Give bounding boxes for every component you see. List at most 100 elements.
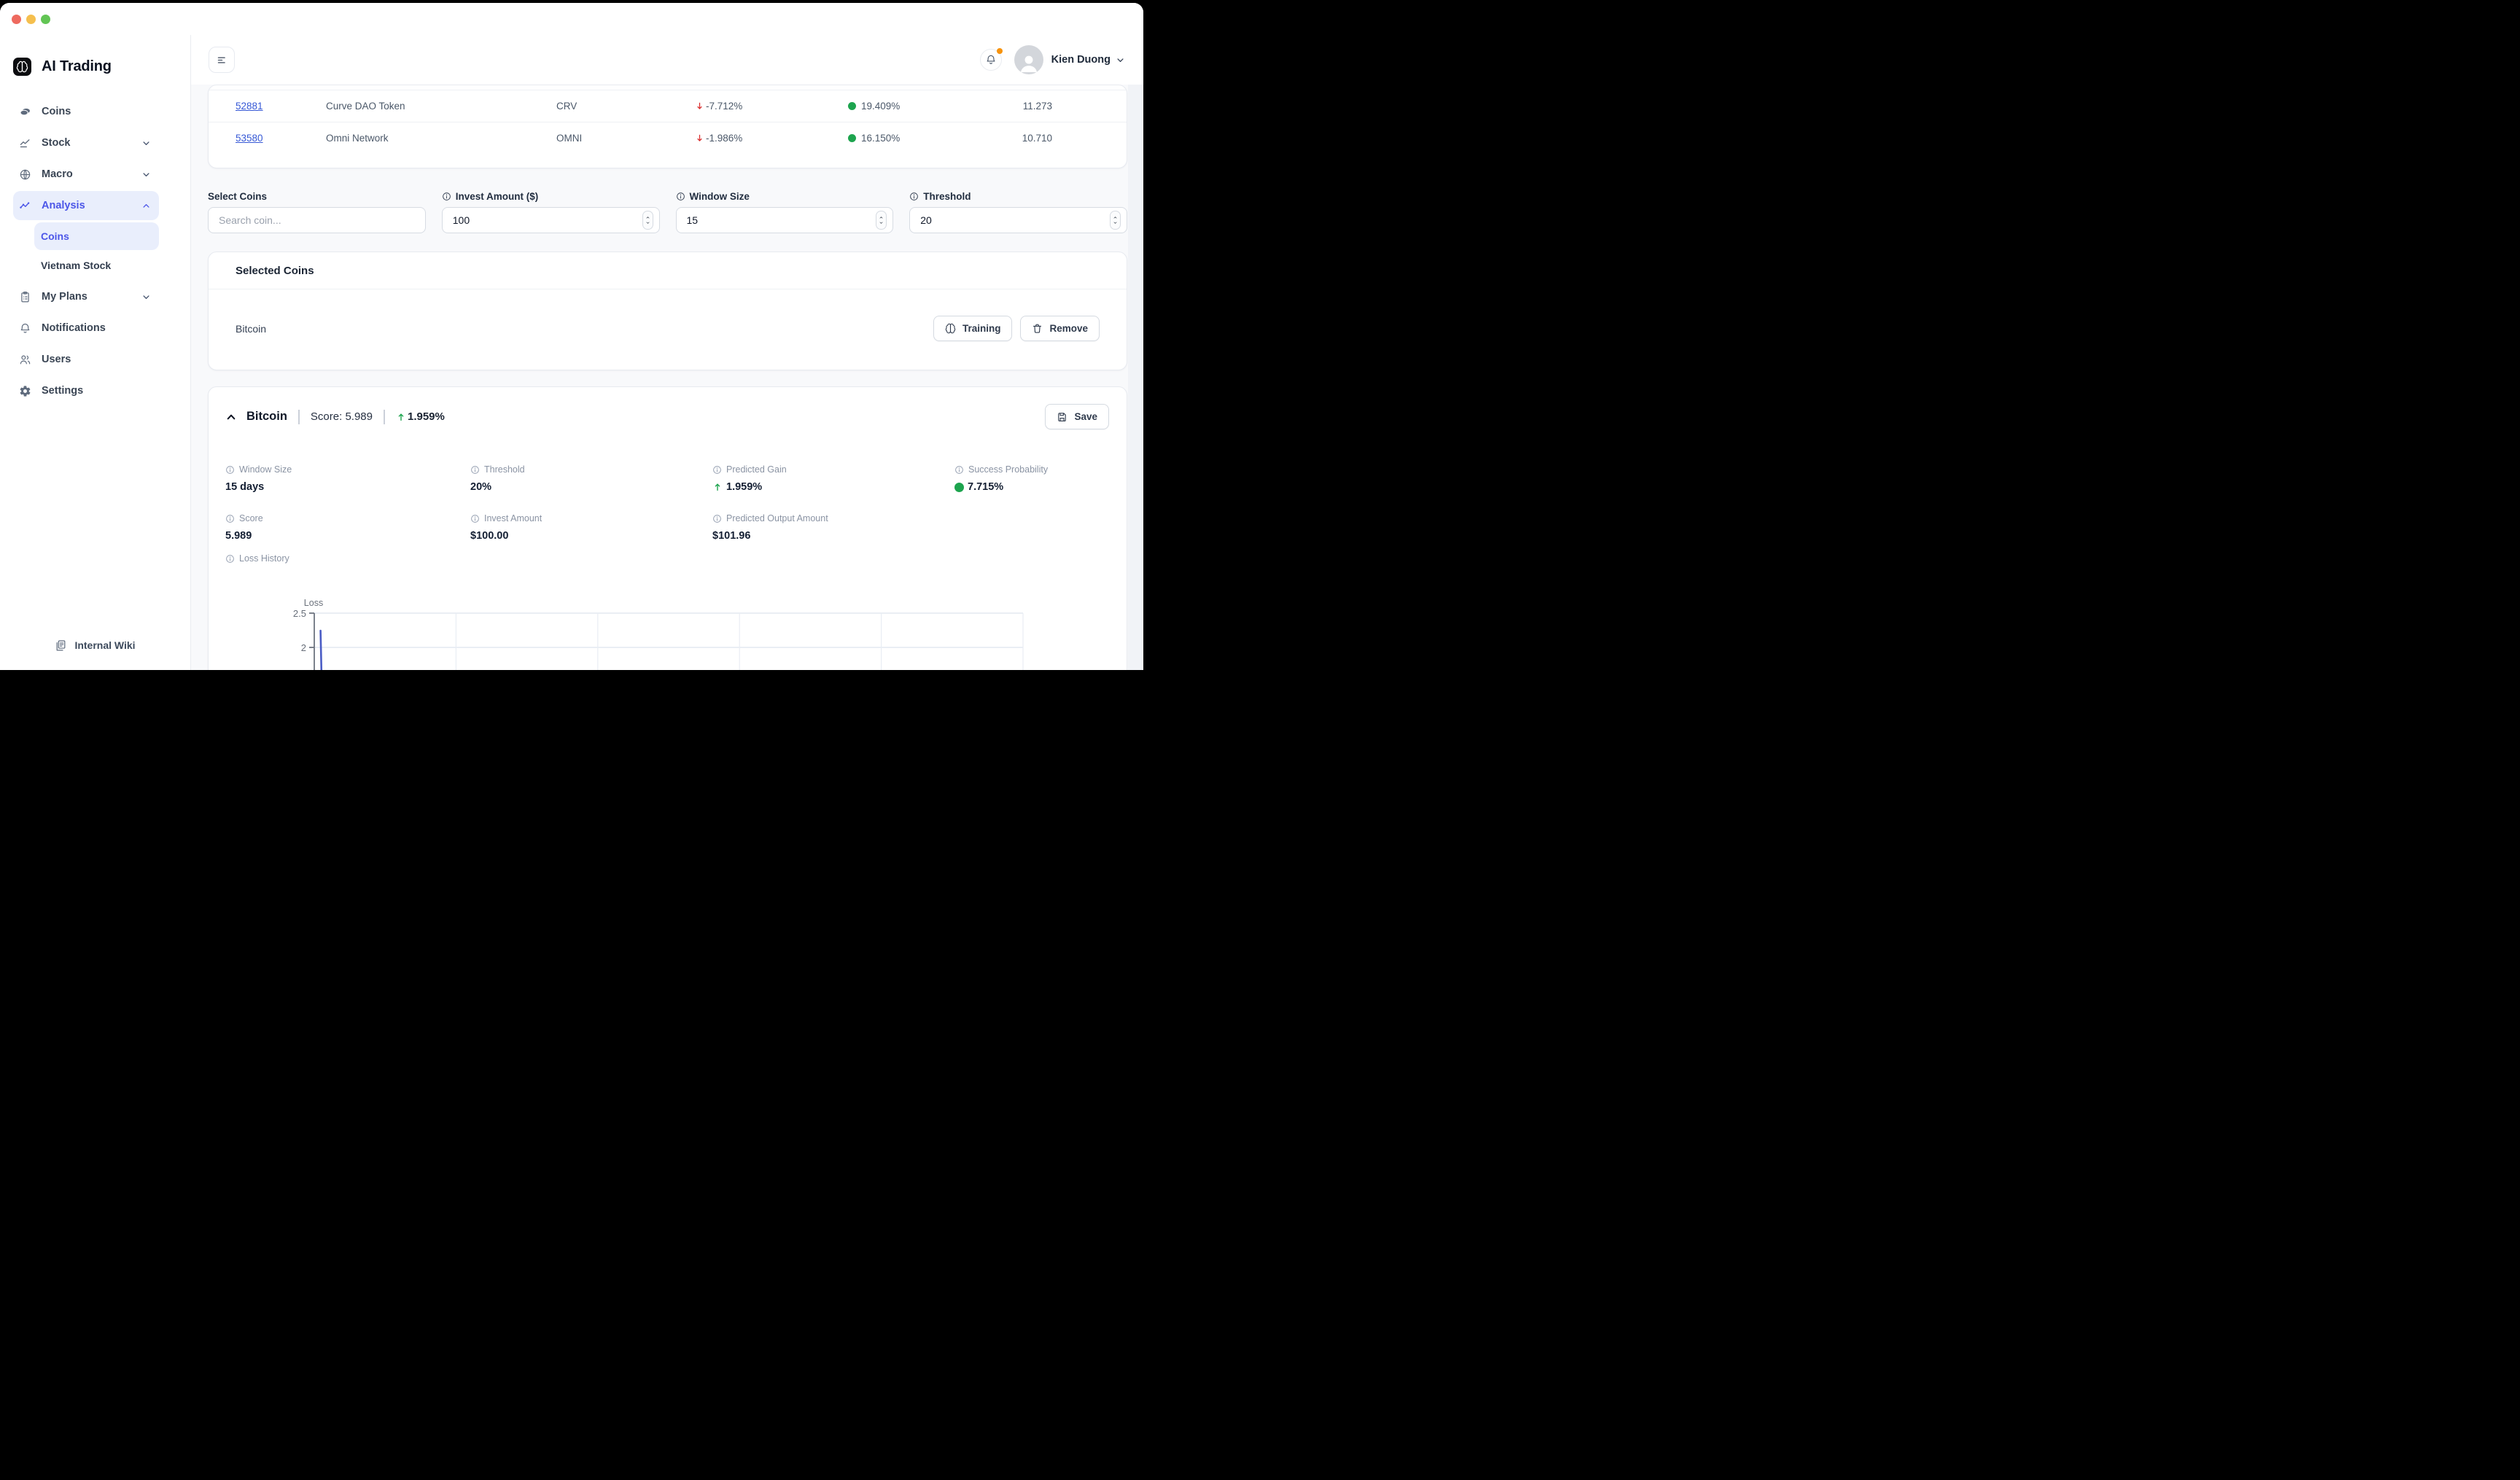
sidebar-item-label: Notifications bbox=[42, 322, 106, 334]
window-titlebar bbox=[0, 3, 1143, 35]
sidebar-item-label: Coins bbox=[42, 106, 71, 117]
sidebar-item-internal-wiki[interactable]: Internal Wiki bbox=[0, 632, 190, 658]
number-stepper[interactable] bbox=[876, 211, 887, 230]
info-icon bbox=[225, 514, 235, 523]
coin-name-cell: Omni Network bbox=[326, 133, 556, 144]
panel-score: Score: 5.989 bbox=[311, 410, 373, 423]
sidebar-item-macro[interactable]: Macro bbox=[13, 160, 159, 189]
window-size-field: Window Size bbox=[676, 190, 894, 233]
loss-history-label: Loss History bbox=[209, 553, 1127, 564]
analysis-trend-icon bbox=[19, 200, 31, 212]
chevron-down-icon bbox=[141, 138, 152, 149]
sidebar-item-coins[interactable]: Coins bbox=[13, 97, 159, 126]
coin-probability-cell: 19.409% bbox=[848, 101, 987, 112]
window-close-button[interactable] bbox=[12, 15, 21, 24]
coin-name-cell: Curve DAO Token bbox=[326, 101, 556, 112]
brain-icon bbox=[945, 323, 956, 334]
window-size-label: Window Size bbox=[690, 191, 750, 202]
coin-change-cell: -1.986% bbox=[695, 133, 848, 144]
search-coin-input[interactable] bbox=[208, 207, 426, 233]
threshold-field: Threshold bbox=[909, 190, 1127, 233]
selected-coins-card: Selected Coins Bitcoin Training Remove bbox=[208, 252, 1127, 370]
stat-invest-amount: Invest Amount $100.00 bbox=[470, 513, 712, 542]
analysis-submenu: Coins Vietnam Stock bbox=[34, 222, 159, 279]
info-icon bbox=[225, 465, 235, 475]
green-dot-icon bbox=[848, 134, 856, 142]
coin-value-cell: 11.273 bbox=[987, 101, 1127, 112]
notifications-button[interactable] bbox=[980, 49, 1002, 71]
save-button[interactable]: Save bbox=[1045, 404, 1109, 429]
sidebar-item-users[interactable]: Users bbox=[13, 345, 159, 374]
sidebar-subitem-coins[interactable]: Coins bbox=[34, 222, 159, 250]
arrow-down-icon bbox=[695, 133, 704, 143]
arrow-up-icon bbox=[396, 412, 406, 422]
window-size-input[interactable] bbox=[676, 207, 894, 233]
user-name[interactable]: Kien Duong bbox=[1051, 54, 1111, 66]
sidebar-item-settings[interactable]: Settings bbox=[13, 376, 159, 405]
training-button[interactable]: Training bbox=[933, 316, 1013, 341]
stats-grid: Window Size 15 days Threshold 20% Predic… bbox=[209, 464, 1127, 542]
sidebar-item-my-plans[interactable]: My Plans bbox=[13, 282, 159, 311]
selected-coin-name: Bitcoin bbox=[236, 323, 266, 335]
sidebar-subitem-vietnam-stock[interactable]: Vietnam Stock bbox=[34, 252, 159, 279]
chevron-down-icon[interactable] bbox=[1115, 55, 1126, 66]
coin-id-link[interactable]: 53580 bbox=[236, 133, 263, 144]
info-icon bbox=[909, 192, 919, 201]
bell-icon bbox=[985, 54, 997, 66]
sidebar-item-stock[interactable]: Stock bbox=[13, 128, 159, 157]
chart-title: Loss bbox=[304, 598, 323, 608]
select-coins-field: Select Coins bbox=[208, 190, 426, 233]
info-icon bbox=[712, 465, 722, 475]
window-minimize-button[interactable] bbox=[26, 15, 36, 24]
trash-icon bbox=[1032, 323, 1043, 334]
divider bbox=[384, 410, 385, 424]
info-icon bbox=[954, 465, 964, 475]
chevron-down-icon bbox=[141, 292, 152, 303]
coin-symbol-cell: CRV bbox=[556, 101, 695, 112]
invest-amount-input[interactable] bbox=[442, 207, 660, 233]
app-brand: AI Trading bbox=[13, 55, 159, 77]
coins-table-card: 52881 Curve DAO Token CRV -7.712% 19.409… bbox=[208, 85, 1127, 168]
stat-score: Score 5.989 bbox=[225, 513, 470, 542]
sidebar-item-label: Settings bbox=[42, 385, 83, 397]
wiki-document-icon bbox=[55, 639, 67, 652]
users-icon bbox=[19, 354, 31, 366]
sidebar-item-analysis[interactable]: Analysis bbox=[13, 191, 159, 220]
info-icon bbox=[470, 514, 480, 523]
globe-icon bbox=[19, 168, 31, 181]
collapse-chevron-up-icon[interactable] bbox=[225, 411, 237, 423]
sidebar-toggle-button[interactable] bbox=[209, 47, 235, 73]
sidebar-item-notifications[interactable]: Notifications bbox=[13, 313, 159, 343]
menu-icon bbox=[216, 54, 228, 66]
threshold-label: Threshold bbox=[923, 191, 971, 202]
green-dot-icon bbox=[954, 483, 964, 492]
panel-coin-name: Bitcoin bbox=[246, 410, 287, 424]
remove-button[interactable]: Remove bbox=[1020, 316, 1100, 341]
user-avatar[interactable] bbox=[1014, 45, 1043, 74]
coin-symbol-cell: OMNI bbox=[556, 133, 695, 144]
selected-coins-title: Selected Coins bbox=[209, 252, 1127, 277]
analysis-form: Select Coins Invest Amount ($) bbox=[208, 190, 1127, 233]
coin-id-link[interactable]: 52881 bbox=[236, 101, 263, 112]
app-window: AI Trading Coins Stock Macro bbox=[0, 3, 1143, 670]
content-scroll-area[interactable]: 52881 Curve DAO Token CRV -7.712% 19.409… bbox=[191, 85, 1143, 670]
threshold-input[interactable] bbox=[909, 207, 1127, 233]
arrow-up-icon bbox=[712, 482, 723, 492]
stat-success-probability: Success Probability 7.715% bbox=[954, 464, 1127, 493]
y-tick-2_5: 2.5 bbox=[293, 608, 306, 619]
number-stepper[interactable] bbox=[642, 211, 653, 230]
number-stepper[interactable] bbox=[1110, 211, 1121, 230]
app-logo-brain-icon bbox=[13, 58, 31, 76]
green-dot-icon bbox=[848, 102, 856, 110]
gear-icon bbox=[19, 385, 31, 397]
notification-badge bbox=[997, 48, 1003, 54]
stat-predicted-output-amount: Predicted Output Amount $101.96 bbox=[712, 513, 954, 542]
sidebar-item-label: Macro bbox=[42, 168, 73, 180]
sidebar-nav: Coins Stock Macro Analysis bbox=[13, 97, 159, 405]
sidebar-item-label: My Plans bbox=[42, 291, 88, 303]
coin-value-cell: 10.710 bbox=[987, 133, 1127, 144]
window-zoom-button[interactable] bbox=[41, 15, 50, 24]
selected-coin-row: Bitcoin Training Remove bbox=[236, 316, 1100, 341]
bell-icon bbox=[19, 322, 31, 335]
sidebar-item-label: Users bbox=[42, 354, 71, 365]
